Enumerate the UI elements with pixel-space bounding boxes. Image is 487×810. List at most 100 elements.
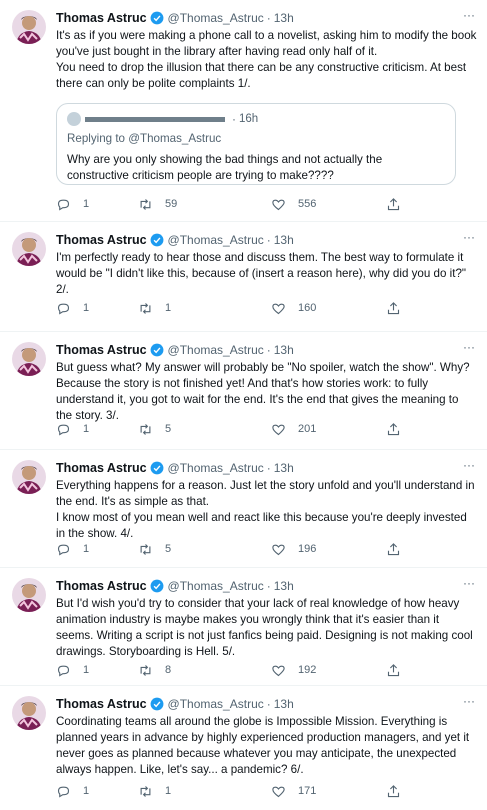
tweet-text-line: I'm perfectly ready to hear those and di… xyxy=(56,251,467,296)
heart-icon xyxy=(272,544,285,555)
tweet-thread: Thomas Astruc @Thomas_Astruc · 13h ··· I… xyxy=(0,0,487,810)
separator-dot: · xyxy=(232,112,236,126)
retweet-button[interactable]: 5 xyxy=(138,540,171,558)
tweet-time[interactable]: 13h xyxy=(274,232,294,248)
author-handle[interactable]: @Thomas_Astruc xyxy=(168,578,264,594)
retweet-icon xyxy=(140,423,151,435)
separator-dot: · xyxy=(266,697,271,711)
tweet-content: Thomas Astruc @Thomas_Astruc · 13h ··· B… xyxy=(56,341,477,424)
more-options-icon[interactable]: ··· xyxy=(461,231,477,248)
more-options-icon[interactable]: ··· xyxy=(461,341,477,358)
avatar[interactable] xyxy=(12,696,46,730)
retweet-count: 1 xyxy=(165,785,172,797)
avatar[interactable] xyxy=(12,10,46,44)
reply-icon xyxy=(57,544,70,555)
tweet-actions: 1 1 160 xyxy=(56,299,416,317)
tweet-actions: 1 59 556 xyxy=(56,195,416,213)
author-name[interactable]: Thomas Astruc xyxy=(56,10,147,26)
share-button[interactable] xyxy=(386,420,413,438)
heart-icon xyxy=(272,303,285,314)
reply-button[interactable]: 1 xyxy=(56,540,89,558)
tweet-text: Everything happens for a reason. Just le… xyxy=(56,478,477,542)
like-count: 201 xyxy=(298,423,317,435)
tweet-content: Thomas Astruc @Thomas_Astruc · 13h ··· I… xyxy=(56,9,477,92)
more-options-icon[interactable]: ··· xyxy=(461,9,477,26)
tweet-content: Thomas Astruc @Thomas_Astruc · 13h ··· B… xyxy=(56,577,477,660)
tweet-actions: 1 5 196 xyxy=(56,540,416,558)
tweet-time[interactable]: 13h xyxy=(274,10,294,26)
share-button[interactable] xyxy=(386,195,413,213)
author-name[interactable]: Thomas Astruc xyxy=(56,578,147,594)
tweet-time[interactable]: 13h xyxy=(274,696,294,712)
share-button[interactable] xyxy=(386,540,413,558)
tweet-content: Thomas Astruc @Thomas_Astruc · 13h ··· I… xyxy=(56,231,477,298)
tweet-text: It's as if you were making a phone call … xyxy=(56,28,477,92)
retweet-button[interactable]: 1 xyxy=(138,299,171,317)
like-count: 196 xyxy=(298,543,317,555)
more-options-icon[interactable]: ··· xyxy=(461,695,477,712)
reply-button[interactable]: 1 xyxy=(56,299,89,317)
like-count: 171 xyxy=(298,785,317,797)
like-button[interactable]: 556 xyxy=(271,195,316,213)
tweet-text-line: It's as if you were making a phone call … xyxy=(56,29,477,58)
retweet-button[interactable]: 5 xyxy=(138,420,171,438)
tweet-header: Thomas Astruc @Thomas_Astruc · 13h xyxy=(56,460,477,476)
share-button[interactable] xyxy=(386,299,413,317)
retweet-button[interactable]: 8 xyxy=(138,661,171,679)
tweet-time[interactable]: 13h xyxy=(274,460,294,476)
retweet-button[interactable]: 1 xyxy=(138,782,171,800)
tweet-time[interactable]: 13h xyxy=(274,578,294,594)
like-button[interactable]: 160 xyxy=(271,299,316,317)
reply-count: 1 xyxy=(83,423,90,435)
like-button[interactable]: 192 xyxy=(271,661,316,679)
author-name[interactable]: Thomas Astruc xyxy=(56,696,147,712)
tweet-content: Thomas Astruc @Thomas_Astruc · 13h ··· E… xyxy=(56,459,477,542)
author-handle[interactable]: @Thomas_Astruc xyxy=(168,232,264,248)
author-name[interactable]: Thomas Astruc xyxy=(56,460,147,476)
share-button[interactable] xyxy=(386,782,413,800)
tweet-text-line: I know most of you mean well and react l… xyxy=(56,511,467,540)
like-count: 192 xyxy=(298,664,317,676)
like-button[interactable]: 201 xyxy=(271,420,316,438)
like-button[interactable]: 196 xyxy=(271,540,316,558)
author-handle[interactable]: @Thomas_Astruc xyxy=(168,10,264,26)
tweet[interactable]: Thomas Astruc @Thomas_Astruc · 13h ··· B… xyxy=(0,568,487,686)
tweet[interactable]: Thomas Astruc @Thomas_Astruc · 13h ··· E… xyxy=(0,450,487,568)
more-options-icon[interactable]: ··· xyxy=(461,577,477,594)
avatar[interactable] xyxy=(12,578,46,612)
avatar[interactable] xyxy=(12,342,46,376)
tweet[interactable]: Thomas Astruc @Thomas_Astruc · 13h ··· B… xyxy=(0,332,487,450)
author-handle[interactable]: @Thomas_Astruc xyxy=(168,342,264,358)
reply-icon xyxy=(57,199,70,210)
tweet-time[interactable]: 13h xyxy=(274,342,294,358)
author-handle[interactable]: @Thomas_Astruc xyxy=(168,460,264,476)
reply-icon xyxy=(57,424,70,435)
retweet-button[interactable]: 59 xyxy=(138,195,177,213)
quoted-tweet-time: 16h xyxy=(239,113,259,125)
author-name[interactable]: Thomas Astruc xyxy=(56,232,147,248)
reply-button[interactable]: 1 xyxy=(56,661,89,679)
author-name[interactable]: Thomas Astruc xyxy=(56,342,147,358)
quoted-tweet[interactable]: · 16h Replying to @Thomas_Astruc Why are… xyxy=(56,103,456,185)
verified-badge-icon xyxy=(150,579,164,593)
tweet[interactable]: Thomas Astruc @Thomas_Astruc · 13h ··· I… xyxy=(0,222,487,332)
like-button[interactable]: 171 xyxy=(271,782,316,800)
reply-count: 1 xyxy=(83,664,90,676)
replying-to-handle[interactable]: @Thomas_Astruc xyxy=(128,132,221,145)
more-options-icon[interactable]: ··· xyxy=(461,459,477,476)
avatar[interactable] xyxy=(12,460,46,494)
reply-count: 1 xyxy=(83,198,90,210)
avatar[interactable] xyxy=(12,232,46,266)
reply-button[interactable]: 1 xyxy=(56,420,89,438)
tweet[interactable]: Thomas Astruc @Thomas_Astruc · 13h ··· C… xyxy=(0,686,487,810)
author-handle[interactable]: @Thomas_Astruc xyxy=(168,696,264,712)
separator-dot: · xyxy=(266,11,271,25)
tweet-header: Thomas Astruc @Thomas_Astruc · 13h xyxy=(56,342,477,358)
reply-button[interactable]: 1 xyxy=(56,782,89,800)
heart-icon xyxy=(272,199,285,210)
reply-icon xyxy=(57,665,70,676)
retweet-icon xyxy=(140,302,151,314)
reply-button[interactable]: 1 xyxy=(56,195,89,213)
tweet[interactable]: Thomas Astruc @Thomas_Astruc · 13h ··· I… xyxy=(0,0,487,222)
share-button[interactable] xyxy=(386,661,413,679)
